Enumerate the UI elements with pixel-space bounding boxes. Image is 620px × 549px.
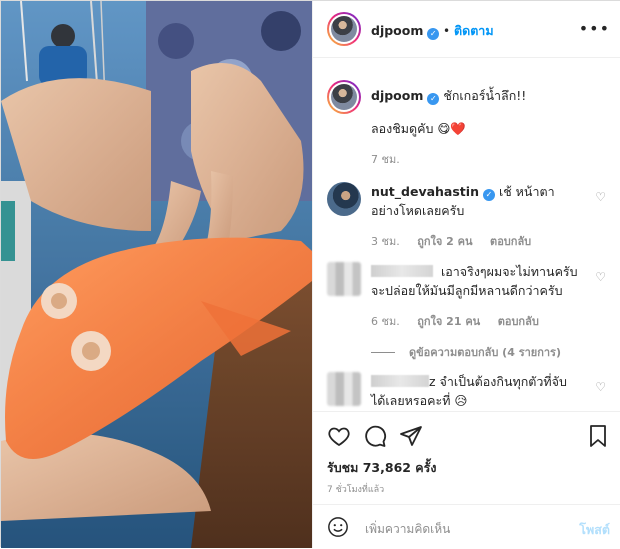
comment-body: nut_devahastin ✓ เช้ หน้าตาอย่างโหดเลยคร…	[371, 182, 581, 251]
follow-button[interactable]: ติดตาม	[454, 23, 494, 38]
caption-time: 7 ชม.	[371, 153, 400, 166]
reply-button[interactable]: ตอบกลับ	[490, 235, 531, 248]
comment-meta: 6 ชม. ถูกใจ 21 คน ตอบกลับ	[371, 312, 581, 331]
comment-icon[interactable]	[363, 424, 387, 448]
verified-badge-icon: ✓	[482, 189, 495, 201]
post-window: djpoom ✓ • ติดตาม ••• djpoom ✓ ชักเกอร์น…	[0, 0, 620, 548]
action-bar: รับชม 73,862 ครั้ง 7 ชั่วโมงที่แล้ว เพิ่…	[313, 411, 620, 548]
caption-body: djpoom ✓ ชักเกอร์น้ำลึก!! ลองชิมดูคับ 😋❤…	[371, 86, 581, 169]
commenter-avatar[interactable]	[327, 262, 361, 296]
blurred-username[interactable]	[371, 375, 429, 387]
caption-emoji: 😋❤️	[437, 121, 467, 136]
share-icon[interactable]	[399, 424, 423, 448]
comment-emoji: 😥	[454, 393, 468, 408]
replies-divider	[371, 352, 395, 353]
view-replies-button[interactable]: ดูข้อความตอบกลับ (4 รายการ)	[371, 343, 561, 361]
dot-separator: •	[443, 24, 451, 38]
verified-badge-icon: ✓	[427, 93, 440, 105]
post-sidebar: djpoom ✓ • ติดตาม ••• djpoom ✓ ชักเกอร์น…	[312, 1, 620, 548]
caption-meta: 7 ชม.	[371, 150, 581, 169]
smiley-icon[interactable]	[327, 516, 349, 538]
comment-like-heart-icon[interactable]: ♡	[595, 380, 606, 394]
more-options-icon[interactable]: •••	[579, 19, 610, 38]
author-avatar[interactable]	[327, 12, 361, 46]
caption-row: djpoom ✓ ชักเกอร์น้ำลึก!! ลองชิมดูคับ 😋❤…	[327, 80, 610, 190]
comment-row: nut_devahastin ✓ เช้ หน้าตาอย่างโหดเลยคร…	[327, 182, 610, 252]
comment-time: 3 ชม.	[371, 235, 400, 248]
author-line: djpoom ✓ • ติดตาม	[371, 21, 494, 41]
caption-text: ลองชิมดูคับ	[371, 121, 434, 136]
comment-like-heart-icon[interactable]: ♡	[595, 190, 606, 204]
post-button[interactable]: โพสต์	[579, 520, 610, 540]
fish-photo	[1, 1, 312, 548]
comment-thread[interactable]: djpoom ✓ ชักเกอร์น้ำลึก!! ลองชิมดูคับ 😋❤…	[313, 58, 620, 411]
commenter-avatar[interactable]	[327, 372, 361, 406]
comment-likes[interactable]: ถูกใจ 2 คน	[417, 235, 472, 248]
view-replies-label: ดูข้อความตอบกลับ (4 รายการ)	[409, 346, 561, 359]
caption-text-line: ลองชิมดูคับ 😋❤️	[371, 119, 581, 138]
verified-badge-icon: ✓	[427, 28, 440, 40]
comment-username[interactable]: nut_devahastin	[371, 184, 479, 199]
comment-meta: 3 ชม. ถูกใจ 2 คน ตอบกลับ	[371, 232, 581, 251]
post-media[interactable]	[1, 1, 312, 548]
view-count[interactable]: รับชม 73,862 ครั้ง	[327, 458, 437, 478]
comment-time: 6 ชม.	[371, 315, 400, 328]
comment-composer: เพิ่มความคิดเห็น โพสต์	[313, 504, 620, 549]
comment-body: z จำเป็นต้องกินทุกตัวที่จับได้เลยหรอคะที…	[371, 372, 581, 410]
author-username[interactable]: djpoom	[371, 23, 423, 38]
blurred-username[interactable]	[371, 265, 433, 277]
comment-input[interactable]: เพิ่มความคิดเห็น	[365, 520, 450, 539]
comment-likes[interactable]: ถูกใจ 21 คน	[417, 315, 480, 328]
heart-icon[interactable]	[327, 424, 351, 448]
commenter-avatar[interactable]	[327, 182, 361, 216]
reply-button[interactable]: ตอบกลับ	[498, 315, 539, 328]
bookmark-icon[interactable]	[586, 424, 610, 448]
post-time-ago: 7 ชั่วโมงที่แล้ว	[327, 485, 385, 495]
caption-avatar[interactable]	[327, 80, 361, 114]
caption-username[interactable]: djpoom	[371, 88, 423, 103]
action-icons	[327, 424, 610, 450]
username-suffix[interactable]: z	[429, 374, 436, 389]
post-header: djpoom ✓ • ติดตาม •••	[313, 1, 620, 58]
comment-like-heart-icon[interactable]: ♡	[595, 270, 606, 284]
comment-row: z จำเป็นต้องกินทุกตัวที่จับได้เลยหรอคะที…	[327, 372, 610, 411]
comment-body: เอาจริงๆผมจะไม่ทานครับ จะปล่อยให้มันมีลู…	[371, 262, 581, 331]
caption-title: ชักเกอร์น้ำลึก!!	[443, 88, 527, 103]
